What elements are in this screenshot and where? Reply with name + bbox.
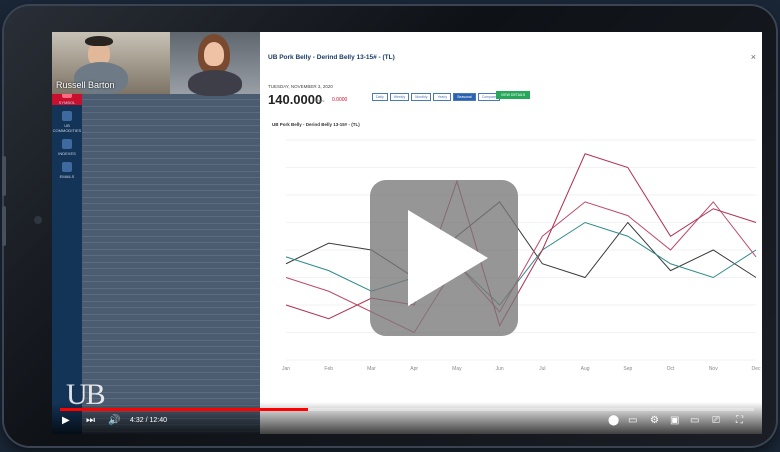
x-tick-label: Jan bbox=[282, 366, 290, 372]
x-tick-label: Oct bbox=[667, 366, 675, 372]
quote-date: TUESDAY, NOVEMBER 3, 2020 bbox=[268, 84, 333, 89]
range-button[interactable]: Monthly bbox=[411, 93, 432, 101]
x-tick-label: Dec bbox=[752, 366, 761, 372]
prev-label: Prev. bbox=[316, 98, 326, 103]
captions-icon[interactable]: ▭ bbox=[628, 416, 637, 426]
grid-icon bbox=[62, 139, 72, 149]
play-button[interactable] bbox=[370, 180, 518, 336]
x-tick-label: Sep bbox=[623, 366, 632, 372]
play-icon[interactable]: ▶ bbox=[62, 416, 70, 426]
chart-title: UB Pork Belly - Derind Belly 13-15# - (T… bbox=[272, 122, 360, 127]
autoplay-toggle[interactable]: ⬤ bbox=[608, 416, 619, 426]
x-tick-label: Aug bbox=[581, 366, 590, 372]
x-tick-label: Jul bbox=[539, 366, 545, 372]
fullscreen-icon[interactable]: ⛶ bbox=[736, 416, 743, 426]
time-display: 4:32 / 12:40 bbox=[130, 417, 167, 424]
participant-video: Russell Barton bbox=[52, 32, 170, 94]
last-price: 140.0000 bbox=[268, 92, 323, 107]
series-line bbox=[285, 201, 757, 334]
participant-body bbox=[188, 70, 242, 96]
range-button[interactable]: Yearly bbox=[433, 93, 452, 101]
sidebar-item-commodities[interactable]: UB COMMODITIES bbox=[52, 105, 82, 133]
play-icon bbox=[408, 210, 488, 306]
x-tick-label: Apr bbox=[410, 366, 418, 372]
x-tick-label: Jun bbox=[496, 366, 504, 372]
range-button[interactable]: Daily bbox=[372, 93, 388, 101]
series-line bbox=[285, 153, 757, 327]
price-change: 0.0000 bbox=[332, 97, 348, 103]
ub-icon bbox=[62, 111, 72, 121]
sidebar-item-label: UB COMMODITIES bbox=[52, 123, 82, 133]
cast-icon[interactable]: ⎚ bbox=[712, 416, 720, 426]
view-details-button[interactable]: VIEW DETAILS bbox=[496, 91, 531, 99]
sidebar-item-emails[interactable]: EMAILS bbox=[52, 156, 82, 179]
participant-name: Russell Barton bbox=[56, 80, 115, 90]
range-button[interactable]: Weekly bbox=[389, 93, 410, 101]
settings-icon[interactable]: ⚙ bbox=[650, 416, 659, 426]
tablet-frame: SYMBOL UB COMMODITIES INDEXES EMAILS Rus… bbox=[2, 6, 776, 446]
theater-icon[interactable]: ▭ bbox=[690, 416, 699, 426]
volume-button bbox=[2, 206, 6, 246]
series-line bbox=[285, 201, 757, 279]
progress-fill bbox=[60, 408, 308, 411]
participant-video bbox=[170, 32, 260, 96]
camera-icon bbox=[34, 216, 42, 224]
x-tick-label: Feb bbox=[324, 366, 333, 372]
miniplayer-icon[interactable]: ▣ bbox=[670, 416, 679, 426]
chart-page-title: UB Pork Belly - Derind Belly 13-15# - (T… bbox=[268, 54, 395, 61]
range-button[interactable]: Seasonal bbox=[453, 93, 476, 101]
mail-icon bbox=[62, 162, 72, 172]
next-icon[interactable]: ⏭ bbox=[86, 416, 95, 426]
range-selector: Daily Weekly Monthly Yearly Seasonal Compare bbox=[372, 93, 501, 101]
sidebar-item-label: EMAILS bbox=[59, 174, 75, 179]
x-tick-label: Mar bbox=[367, 366, 376, 372]
progress-bar[interactable] bbox=[60, 408, 754, 411]
price-list-panel bbox=[82, 87, 260, 434]
volume-button bbox=[2, 156, 6, 196]
x-tick-label: Nov bbox=[709, 366, 718, 372]
sidebar-item-label: SYMBOL bbox=[58, 100, 76, 105]
close-icon[interactable]: × bbox=[751, 52, 756, 62]
participant-face bbox=[204, 42, 224, 66]
volume-icon[interactable]: 🔊 bbox=[108, 416, 120, 426]
sidebar-item-label: INDEXES bbox=[58, 151, 76, 156]
x-tick-label: May bbox=[452, 366, 462, 372]
video-screen[interactable]: SYMBOL UB COMMODITIES INDEXES EMAILS Rus… bbox=[52, 32, 762, 434]
sidebar-item-indexes[interactable]: INDEXES bbox=[52, 133, 82, 156]
player-controls: ▶ ⏭ 🔊 4:32 / 12:40 ⬤ ▭ ⚙ ▣ ▭ ⎚ ⛶ bbox=[52, 402, 762, 434]
headphones-icon bbox=[85, 36, 113, 46]
